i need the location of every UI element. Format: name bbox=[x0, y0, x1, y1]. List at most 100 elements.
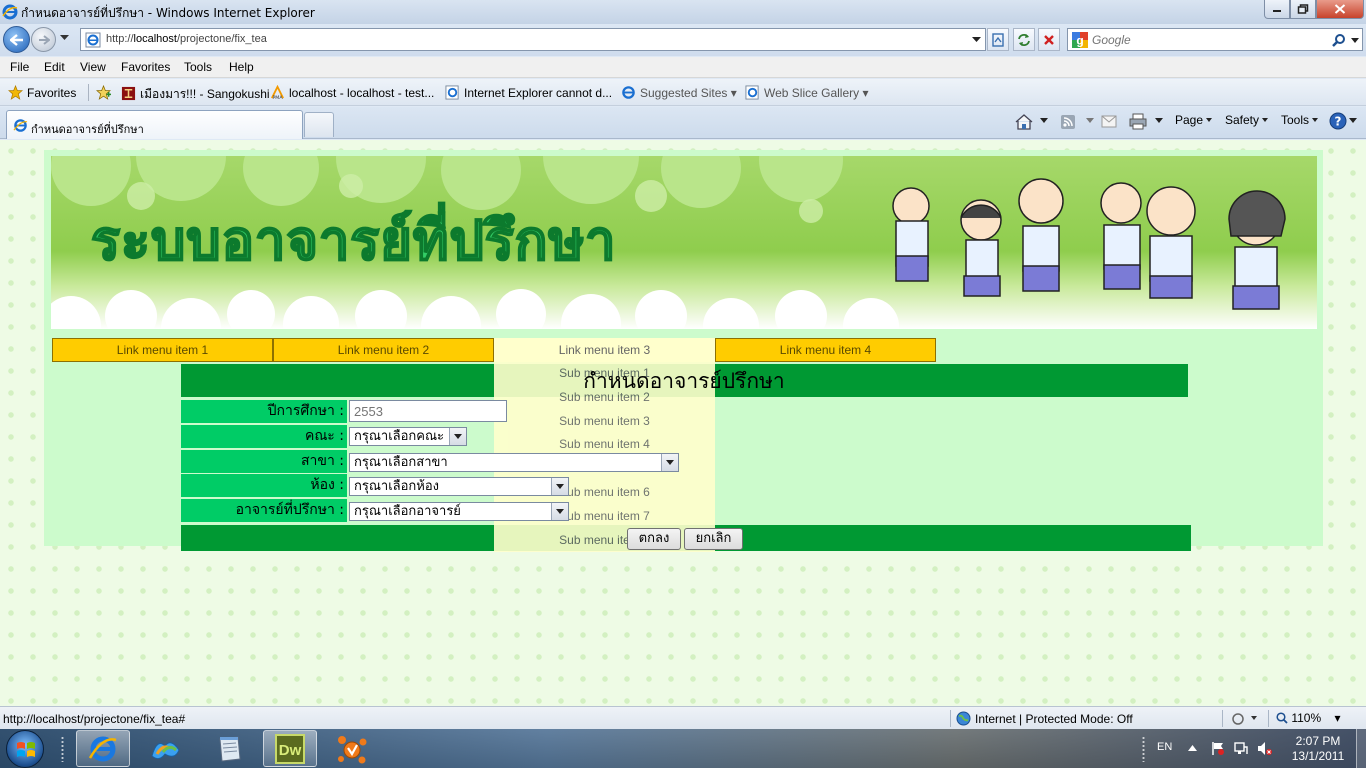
phpmyadmin-icon: PMA bbox=[271, 85, 284, 100]
page-viewport: ระบบอาจารย์ที่ปรึกษา Link menu item 1 Li… bbox=[0, 140, 1366, 706]
advisor-select-value: กรุณาเลือกอาจารย์ bbox=[354, 504, 461, 519]
taskbar-messenger[interactable] bbox=[139, 730, 193, 767]
address-bar[interactable]: http://localhost/projectone/fix_tea bbox=[80, 28, 986, 51]
feeds-dropdown-icon[interactable] bbox=[1086, 118, 1094, 123]
chevron-down-icon bbox=[449, 428, 466, 445]
favorite-link-localhost[interactable]: PMA localhost - localhost - test... bbox=[270, 85, 434, 100]
search-dropdown-icon[interactable] bbox=[1351, 38, 1359, 43]
refresh-button[interactable] bbox=[1013, 28, 1035, 51]
compatibility-view-icon bbox=[992, 32, 1004, 47]
print-dropdown-icon[interactable] bbox=[1155, 118, 1163, 123]
status-divider bbox=[1222, 710, 1223, 727]
avast-icon bbox=[338, 735, 367, 763]
menu-bar: File Edit View Favorites Tools Help bbox=[0, 57, 1366, 78]
minimize-button[interactable] bbox=[1264, 0, 1290, 19]
favorite-link-ie-error[interactable]: Internet Explorer cannot d... bbox=[445, 85, 612, 100]
faculty-select[interactable]: กรุณาเลือกคณะ bbox=[349, 427, 467, 446]
add-to-favorites-button[interactable] bbox=[96, 85, 115, 100]
academic-year-input[interactable] bbox=[349, 400, 507, 422]
maximize-button[interactable] bbox=[1290, 0, 1316, 19]
svg-text:PMA: PMA bbox=[272, 95, 283, 100]
help-icon[interactable]: ? bbox=[1329, 112, 1347, 130]
close-window-button[interactable] bbox=[1316, 0, 1364, 19]
home-icon[interactable] bbox=[1014, 113, 1034, 131]
language-indicator[interactable]: EN bbox=[1157, 741, 1172, 753]
taskbar-internet-explorer[interactable] bbox=[76, 730, 130, 767]
favorite-web-slice-gallery[interactable]: Web Slice Gallery ▾ bbox=[745, 85, 869, 100]
advisor-select[interactable]: กรุณาเลือกอาจารย์ bbox=[349, 502, 569, 521]
restore-icon bbox=[1297, 4, 1309, 14]
search-input[interactable] bbox=[1092, 31, 1332, 48]
menu-tools[interactable]: Tools bbox=[184, 60, 212, 74]
start-button[interactable] bbox=[6, 730, 44, 768]
tray-grip bbox=[1141, 736, 1146, 762]
back-button[interactable] bbox=[3, 26, 30, 53]
search-box[interactable]: g bbox=[1067, 28, 1363, 51]
google-logo-icon: g bbox=[1072, 32, 1088, 48]
tray-expand-icon[interactable] bbox=[1188, 745, 1197, 752]
popup-blocker-icon[interactable] bbox=[1230, 711, 1258, 726]
history-dropdown-icon[interactable] bbox=[60, 35, 69, 41]
zoom-level-button[interactable]: 110% ▾ bbox=[1276, 711, 1341, 725]
globe-icon bbox=[956, 711, 971, 726]
favorite-suggested-sites[interactable]: Suggested Sites ▾ bbox=[621, 85, 737, 100]
svg-text:g: g bbox=[1076, 34, 1083, 48]
tab-active[interactable]: กำหนดอาจารย์ที่ปรึกษา bbox=[6, 110, 303, 139]
stop-button[interactable] bbox=[1038, 28, 1060, 51]
feeds-icon[interactable] bbox=[1060, 114, 1076, 130]
mail-icon[interactable] bbox=[1101, 115, 1117, 128]
help-dropdown-icon[interactable] bbox=[1349, 118, 1357, 123]
header-banner: ระบบอาจารย์ที่ปรึกษา bbox=[51, 156, 1317, 329]
menu-link-1[interactable]: Link menu item 1 bbox=[52, 338, 273, 362]
minimize-icon bbox=[1273, 10, 1281, 12]
forward-button[interactable] bbox=[31, 27, 56, 52]
taskbar-notepad[interactable] bbox=[202, 730, 256, 767]
ok-button[interactable]: ตกลง bbox=[627, 528, 681, 550]
ie-page-icon bbox=[13, 119, 28, 132]
chevron-down-icon bbox=[661, 454, 678, 471]
taskbar-avast[interactable] bbox=[325, 730, 379, 767]
search-icon[interactable] bbox=[1332, 33, 1346, 47]
page-menu-button[interactable]: Page bbox=[1175, 113, 1213, 127]
menu-edit[interactable]: Edit bbox=[44, 60, 65, 74]
banner-title: ระบบอาจารย์ที่ปรึกษา bbox=[91, 202, 616, 272]
tab-title: กำหนดอาจารย์ที่ปรึกษา bbox=[31, 123, 144, 136]
taskbar-dreamweaver[interactable]: Dw bbox=[263, 730, 317, 767]
submenu-item-3[interactable]: Sub menu item 3 bbox=[494, 414, 715, 428]
form-title: กำหนดอาจารย์ปรึกษา bbox=[583, 369, 785, 393]
submenu-item-4[interactable]: Sub menu item 4 bbox=[494, 437, 715, 451]
menu-help[interactable]: Help bbox=[229, 60, 254, 74]
forward-arrow-icon bbox=[38, 34, 50, 45]
room-select[interactable]: กรุณาเลือกห้อง bbox=[349, 477, 569, 496]
major-select[interactable]: กรุณาเลือกสาขา bbox=[349, 453, 679, 472]
home-dropdown-icon[interactable] bbox=[1040, 118, 1048, 123]
menu-view[interactable]: View bbox=[80, 60, 106, 74]
cancel-button[interactable]: ยกเลิก bbox=[684, 528, 743, 550]
clock-date: 13/1/2011 bbox=[1291, 749, 1345, 763]
menu-link-3[interactable]: Link menu item 3 bbox=[494, 338, 715, 362]
taskbar-grip[interactable] bbox=[60, 736, 65, 762]
show-desktop-button[interactable] bbox=[1356, 729, 1366, 768]
network-icon[interactable] bbox=[1234, 741, 1248, 756]
favorite-link-sangokushi[interactable]: เมืองมาร!!! - Sangokushi bbox=[121, 85, 270, 104]
favorites-button[interactable]: Favorites bbox=[8, 85, 76, 100]
print-icon[interactable] bbox=[1129, 113, 1147, 130]
action-center-flag-icon[interactable] bbox=[1211, 741, 1225, 756]
address-dropdown-icon[interactable] bbox=[972, 37, 981, 43]
tools-menu-button[interactable]: Tools bbox=[1281, 113, 1319, 127]
security-zone[interactable]: Internet | Protected Mode: Off bbox=[956, 711, 1133, 726]
close-icon bbox=[1334, 4, 1346, 14]
menu-link-2[interactable]: Link menu item 2 bbox=[273, 338, 494, 362]
faculty-label: คณะ : bbox=[181, 425, 347, 448]
compatibility-view-button[interactable] bbox=[987, 28, 1009, 51]
menu-favorites[interactable]: Favorites bbox=[121, 60, 170, 74]
submenu-item-8[interactable]: Sub menu item 8 bbox=[494, 533, 715, 547]
taskbar-clock[interactable]: 2:07 PM 13/1/2011 bbox=[1282, 734, 1354, 764]
new-tab-button[interactable] bbox=[304, 112, 334, 137]
major-select-value: กรุณาเลือกสาขา bbox=[354, 455, 448, 470]
safety-menu-button[interactable]: Safety bbox=[1225, 113, 1269, 127]
volume-muted-icon[interactable] bbox=[1257, 741, 1273, 756]
status-divider bbox=[950, 710, 951, 727]
menu-file[interactable]: File bbox=[10, 60, 29, 74]
menu-link-4[interactable]: Link menu item 4 bbox=[715, 338, 936, 362]
